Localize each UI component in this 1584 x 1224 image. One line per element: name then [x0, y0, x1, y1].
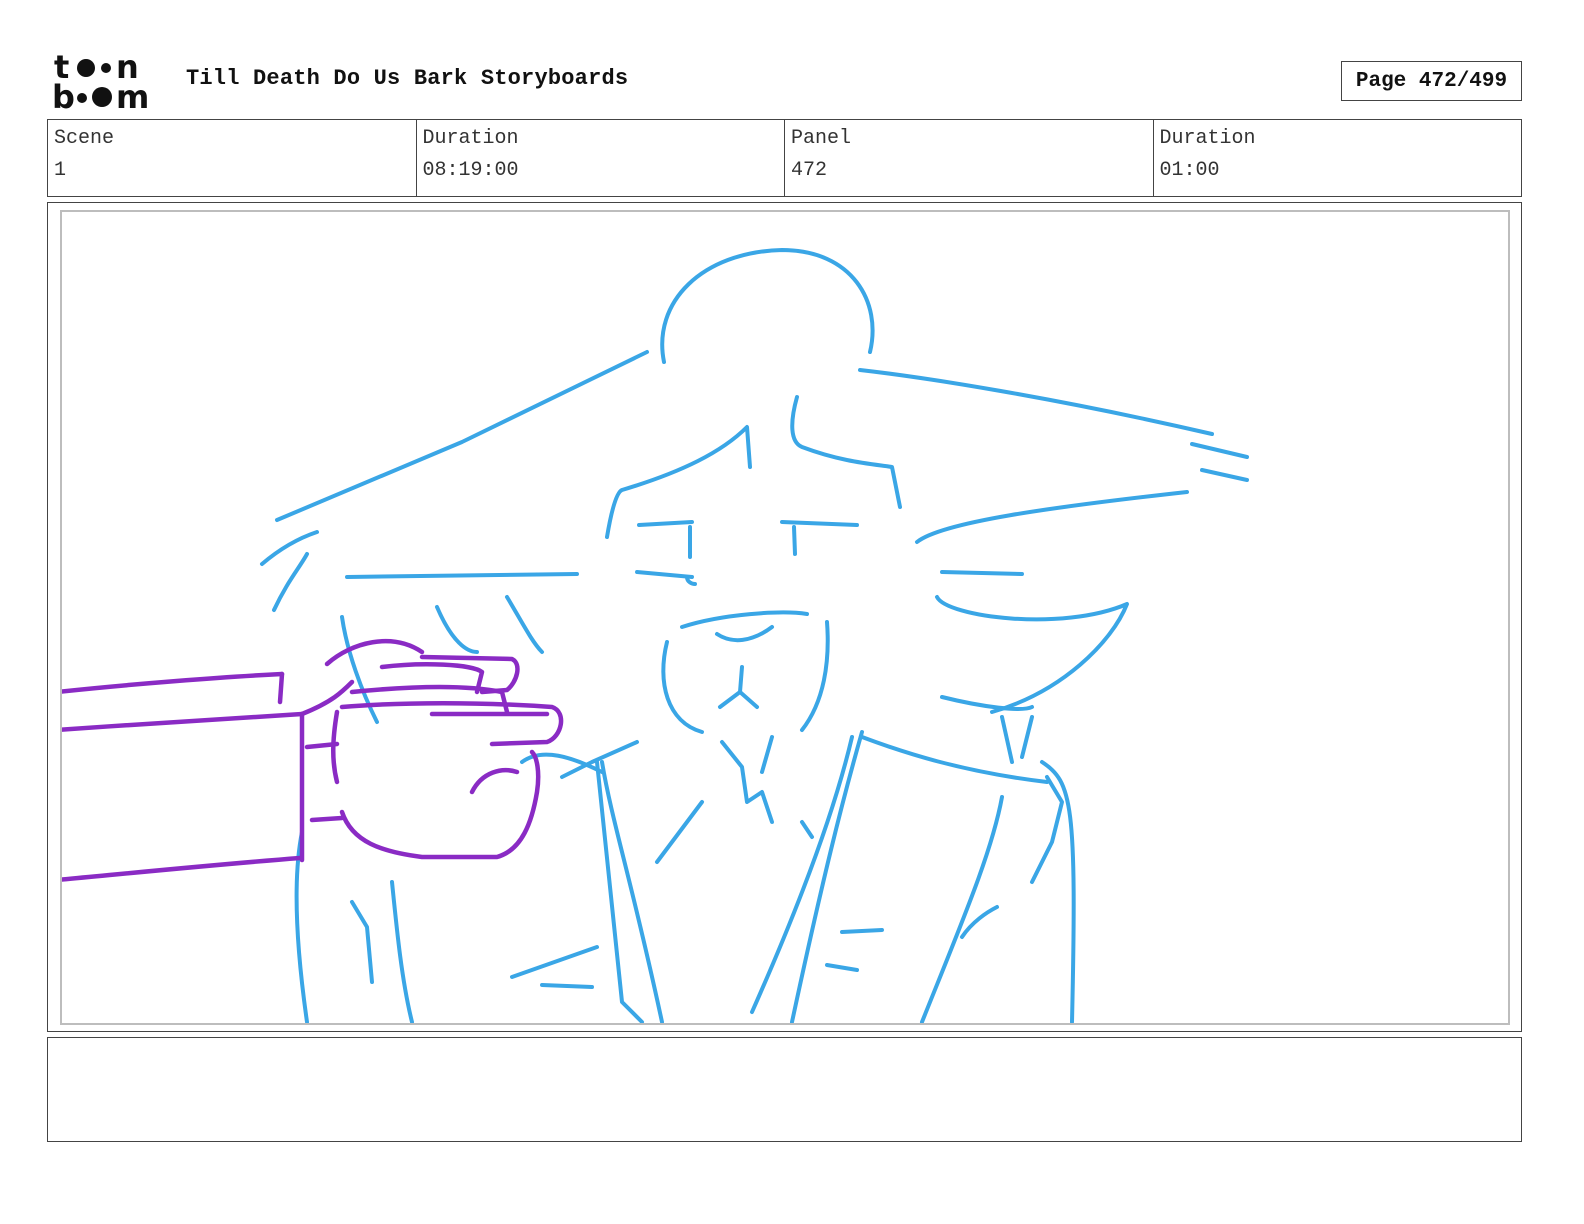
panel-cell: Panel 472 — [785, 120, 1154, 196]
character-sketch — [260, 248, 1249, 1023]
toon-boom-logo: t n b m — [52, 50, 164, 114]
panel-duration-label: Duration — [1159, 127, 1256, 150]
page-indicator: Page 472/499 — [1341, 61, 1522, 101]
panel-value: 472 — [791, 159, 828, 182]
panel-duration-cell: Duration 01:00 — [1154, 120, 1522, 196]
scene-duration-label: Duration — [422, 127, 519, 150]
panel-duration-value: 01:00 — [1159, 159, 1220, 182]
scene-duration-value: 08:19:00 — [422, 159, 519, 182]
panel-notes-box — [47, 1037, 1522, 1142]
storyboard-panel-image — [60, 210, 1510, 1025]
svg-text:b: b — [52, 78, 75, 114]
scene-label: Scene — [54, 127, 115, 150]
scene-cell: Scene 1 — [48, 120, 417, 196]
panel-label: Panel — [791, 127, 852, 150]
document-title: Till Death Do Us Bark Storyboards — [186, 66, 629, 91]
scene-duration-cell: Duration 08:19:00 — [417, 120, 785, 196]
svg-text:m: m — [116, 78, 149, 114]
scene-value: 1 — [54, 159, 67, 182]
scene-info-table: Scene 1 Duration 08:19:00 Panel 472 Dura… — [47, 119, 1522, 197]
hand-sketch — [62, 638, 564, 882]
